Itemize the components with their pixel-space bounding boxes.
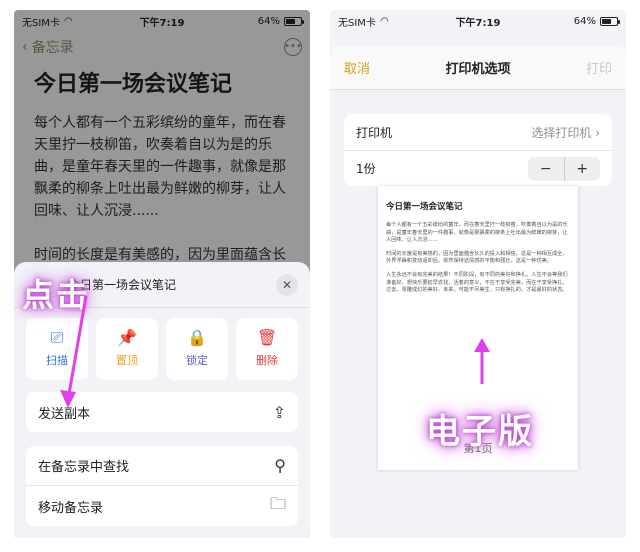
pin-button[interactable]: 📌 置顶 [96, 318, 158, 380]
chevron-right-icon: › [595, 125, 600, 140]
preview-paragraph: 每个人都有一个五彩缤纷的童年，而在春天里拧一枝柳笛，吹奏着自以为是的乐曲，是童年… [386, 222, 568, 244]
wifi-icon: ◠ [379, 15, 389, 27]
preview-title: 今日第一场会议笔记 [386, 202, 463, 212]
preview-paragraph: 时间的长度是有美感的，因为里面蕴含长久的投入和相信。这是一种相互成全，外界浮躁和… [386, 250, 568, 265]
printer-options-group: 打印机 选择打印机 › 1份 − + [344, 114, 612, 186]
arrow-icon [474, 338, 490, 384]
arrow-icon [60, 295, 88, 408]
increment-button[interactable]: + [563, 156, 601, 181]
status-bar: 无SIM卡 ◠ 下午7:19 64% [330, 10, 626, 32]
trash-icon: 🗑 [256, 328, 278, 347]
copies-stepper: − + [528, 156, 601, 181]
share-icon: ⇪ [272, 402, 286, 422]
close-icon[interactable]: ✕ [276, 273, 298, 296]
decrement-button[interactable]: − [528, 157, 564, 181]
lock-icon: 🔒 [187, 328, 207, 347]
cancel-button[interactable]: 取消 [344, 58, 370, 77]
copies-row: 1份 − + [344, 150, 612, 186]
find-in-notes-row[interactable]: 在备忘录中查找 ⚲ [26, 446, 298, 486]
copies-label: 1份 [356, 162, 376, 176]
search-icon: ⚲ [274, 456, 286, 475]
find-in-notes-label: 在备忘录中查找 [38, 460, 130, 475]
ebook-callout: 电子版 [426, 412, 534, 452]
move-note-label: 移动备忘录 [38, 500, 104, 516]
lock-label: 锁定 [186, 354, 208, 367]
pin-icon: 📌 [117, 328, 137, 347]
preview-paragraph: 人生永远不会有完美的结果！不同阶段，有不同的美好和挣扎。人生不会等我们准备好，想… [386, 271, 568, 294]
printer-select-row[interactable]: 打印机 选择打印机 › [344, 114, 612, 150]
status-time: 下午7:19 [455, 17, 501, 29]
sheet-title: 今日第一场会议笔记 [68, 278, 177, 292]
carrier-label: 无SIM卡 [338, 17, 376, 29]
right-phone-screen: 无SIM卡 ◠ 下午7:19 64% 取消 打印机选项 打印 打印机 选择打印机 … [330, 10, 626, 538]
lock-button[interactable]: 🔒 锁定 [166, 318, 228, 380]
battery-icon [600, 16, 620, 26]
delete-label: 删除 [256, 354, 278, 367]
move-note-row[interactable]: 移动备忘录 🗀 [26, 486, 298, 526]
printer-options-header: 取消 打印机选项 打印 [330, 46, 626, 90]
printer-label: 打印机 [356, 125, 393, 140]
delete-button[interactable]: 🗑 删除 [236, 318, 298, 380]
print-button[interactable]: 打印 [586, 58, 612, 77]
battery-percent: 64% [573, 15, 596, 27]
printer-value: 选择打印机 [531, 125, 592, 140]
printer-options-title: 打印机选项 [445, 62, 511, 77]
pin-label: 置顶 [116, 354, 138, 367]
folder-icon: 🗀 [269, 493, 286, 513]
